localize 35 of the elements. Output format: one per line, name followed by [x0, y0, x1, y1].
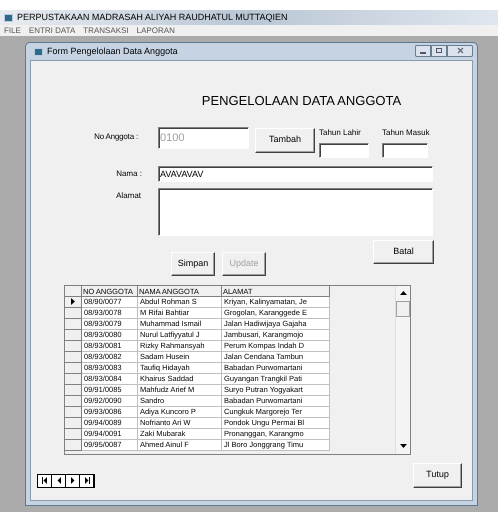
app-title: PERPUSTAKAAN MADRASAH ALIYAH RAUDHATUL MUTTAQIEN	[17, 10, 288, 24]
input-field[interactable]	[319, 142, 369, 158]
last-record-icon[interactable]	[80, 474, 94, 486]
record-navigator[interactable]	[37, 474, 95, 488]
previous-record-icon[interactable]	[52, 474, 66, 486]
form-title: Form Pengelolaan Data Anggota	[47, 44, 178, 58]
text-area[interactable]	[158, 188, 433, 236]
minimize-icon[interactable]	[415, 44, 431, 56]
menu-item[interactable]: LAPORAN	[136, 24, 175, 36]
window-icon	[34, 48, 43, 56]
menu-item[interactable]: TRANSAKSI	[83, 24, 129, 36]
form-button[interactable]: Tutup	[413, 462, 462, 488]
field-label: Alamat	[115, 190, 141, 202]
field-label: Nama :	[115, 168, 142, 180]
field-label: Tahun Lahir	[319, 126, 362, 138]
form-button[interactable]: Batal	[373, 240, 434, 264]
scroll-thumb[interactable]	[396, 300, 410, 316]
row-pointer-icon	[71, 298, 75, 305]
field-label: No Anggota :	[93, 130, 139, 142]
form-heading: PENGELOLAAN DATA ANGGOTA	[200, 92, 402, 110]
menu-item[interactable]: FILE	[4, 24, 21, 36]
window-icon	[4, 14, 13, 22]
input-field[interactable]	[382, 142, 428, 158]
next-record-icon[interactable]	[66, 474, 80, 486]
field-label: Tahun Masuk	[382, 126, 430, 138]
scroll-down-icon[interactable]	[400, 444, 406, 448]
input-field[interactable]: AVAVAVAV	[158, 166, 433, 182]
menu-item[interactable]: ENTRI DATA	[28, 24, 76, 36]
maximize-icon[interactable]	[431, 44, 447, 56]
close-icon[interactable]	[447, 44, 473, 56]
scrollbar[interactable]	[395, 286, 410, 454]
scroll-up-icon[interactable]	[400, 291, 406, 295]
first-record-icon[interactable]	[38, 474, 52, 486]
form-button[interactable]: Simpan	[171, 252, 215, 276]
form-button[interactable]: Tambah	[255, 128, 315, 152]
